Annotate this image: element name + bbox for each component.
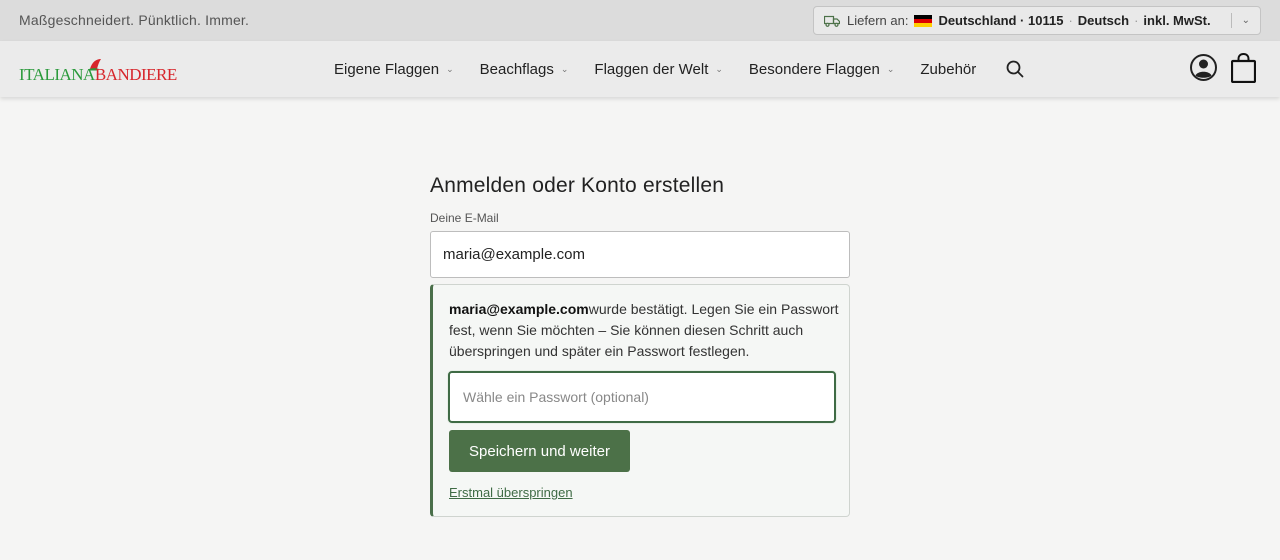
tax-info: inkl. MwSt. [1143, 13, 1211, 28]
separator: · [1068, 13, 1073, 28]
shopping-bag-icon[interactable] [1231, 53, 1256, 83]
login-form: Anmelden oder Konto erstellen Deine E-Ma… [430, 174, 850, 517]
truck-icon [824, 15, 840, 27]
nav-eigene-flaggen[interactable]: Eigene Flaggen ⌄ [334, 61, 454, 78]
chevron-down-icon: ⌄ [886, 63, 895, 74]
divider [1231, 13, 1232, 28]
nav-zubehoer[interactable]: Zubehör [920, 61, 976, 78]
delivery-locale-selector[interactable]: Liefern an: Deutschland · 10115 · Deutsc… [813, 6, 1261, 35]
chevron-down-icon[interactable]: ⌄ [1242, 15, 1250, 26]
email-label: Deine E-Mail [430, 211, 499, 225]
nav-flaggen-der-welt[interactable]: Flaggen der Welt ⌄ [594, 61, 723, 78]
nav-label: Eigene Flaggen [334, 60, 440, 78]
password-field[interactable] [448, 371, 836, 423]
email-field[interactable] [430, 231, 850, 278]
germany-flag-icon [914, 14, 933, 27]
main-header: ITALIANABANDIERE Eigene Flaggen ⌄ Beachf… [0, 41, 1280, 97]
chevron-down-icon: ⌄ [715, 63, 723, 74]
top-bar: Maßgeschneidert. Pünktlich. Immer. Liefe… [0, 0, 1280, 41]
confirmation-message: maria@example.comwurde bestätigt. Legen … [449, 299, 839, 362]
confirmation-panel: maria@example.comwurde bestätigt. Legen … [430, 284, 850, 517]
tagline: Maßgeschneidert. Pünktlich. Immer. [19, 12, 250, 28]
country-zip: Deutschland · 10115 [938, 13, 1064, 28]
logo-text-part2: BANDIERE [94, 65, 177, 84]
main-nav: Eigene Flaggen ⌄ Beachflags ⌄ Flaggen de… [334, 41, 1024, 97]
chevron-down-icon: ⌄ [446, 63, 454, 74]
save-continue-button[interactable]: Speichern und weiter [449, 430, 630, 472]
deliver-label: Liefern an: [847, 13, 909, 28]
nav-label: Beachflags [479, 60, 554, 78]
nav-label: Flaggen der Welt [594, 60, 709, 78]
search-icon[interactable] [1006, 60, 1024, 78]
account-icon[interactable] [1190, 54, 1217, 81]
confirmed-email: maria@example.com [449, 301, 589, 317]
page-title: Anmelden oder Konto erstellen [430, 174, 725, 197]
nav-label: Besondere Flaggen [748, 60, 880, 78]
nav-besondere-flaggen[interactable]: Besondere Flaggen ⌄ [749, 61, 894, 78]
separator: · [1134, 13, 1139, 28]
language: Deutsch [1077, 13, 1130, 28]
nav-beachflags[interactable]: Beachflags ⌄ [480, 61, 569, 78]
skip-link[interactable]: Erstmal überspringen [449, 485, 573, 500]
logo[interactable]: ITALIANABANDIERE [19, 57, 177, 84]
nav-label: Zubehör [920, 60, 977, 78]
logo-text-part1: ITALIANA [19, 65, 95, 84]
chevron-down-icon: ⌄ [560, 63, 569, 74]
